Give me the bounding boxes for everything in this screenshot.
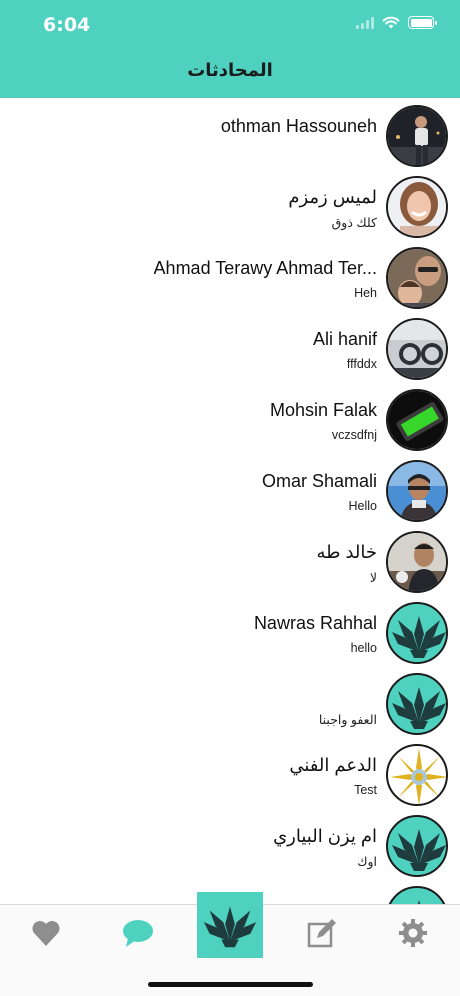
conversation-row[interactable]: ام يزن البياري اوك [0,808,460,879]
contact-name: Nawras Rahhal [253,613,377,633]
last-message: hello [350,641,377,655]
gear-icon [399,919,427,947]
avatar [386,815,448,877]
conversation-row[interactable]: الدعم الفني Test [0,737,460,808]
status-icons [356,16,437,29]
app-logo-icon [203,906,257,948]
compose-icon [307,919,336,948]
last-message: fffddx [346,357,377,371]
contact-name: Omar Shamali [261,471,377,491]
conversation-row[interactable]: Nawras Rahhal hello [0,595,460,666]
page-title: المحادثات [187,60,273,81]
contact-name: الدعم الفني [289,755,377,775]
avatar [386,460,448,522]
conversation-row[interactable]: Mohsin Falak vczsdfnj [0,382,460,453]
last-message: اوك [357,855,377,869]
last-message: vczsdfnj [331,428,377,442]
contact-name: Ahmad Terawy Ahmad Ter... [153,258,377,278]
tab-chats[interactable] [118,913,158,953]
last-message: Test [354,783,377,797]
avatar [386,176,448,238]
heart-icon [32,921,60,946]
last-message: Hello [348,499,378,513]
avatar [386,318,448,380]
avatar [386,389,448,451]
contact-name: Mohsin Falak [269,400,377,420]
avatar [386,744,448,806]
avatar [386,247,448,309]
avatar [386,602,448,664]
last-message: كلك ذوق [331,216,377,230]
conversation-list[interactable]: othman Hassouneh لميس زمزم كلك ذوق Ahmad… [0,98,460,904]
wifi-icon [382,16,400,29]
tab-favorites[interactable] [26,913,66,953]
contact-name: othman Hassouneh [220,116,377,136]
conversation-row[interactable]: لميس زمزم كلك ذوق [0,169,460,240]
conversation-row[interactable]: خالد طه لا [0,524,460,595]
home-indicator [148,982,313,987]
conversation-row[interactable]: Ahmad Terawy Ahmad Ter... Heh [0,240,460,311]
contact-name: خالد طه [316,542,377,562]
conversation-row[interactable]: Ali hanif fffddx [0,311,460,382]
tab-compose[interactable] [302,913,342,953]
conversation-row[interactable]: Omar Shamali Hello [0,453,460,524]
status-time: 6:04 [43,14,91,36]
navigation-header: 6:04 المحادثات [0,0,460,98]
conversation-row[interactable]: othman Hassouneh [0,98,460,169]
contact-name: لميس زمزم [288,187,377,207]
cellular-signal-icon [356,16,374,29]
contact-name: Ali hanif [312,329,377,349]
battery-icon [408,16,437,29]
avatar [386,673,448,735]
avatar [386,531,448,593]
tab-home-logo[interactable] [197,892,263,958]
last-message: لا [369,571,377,585]
conversation-row[interactable]: العفو واجبنا [0,666,460,737]
avatar [386,105,448,167]
contact-name: ام يزن البياري [273,826,377,846]
last-message: Heh [354,286,377,300]
chat-bubble-icon [123,920,153,947]
last-message: العفو واجبنا [318,713,377,727]
avatar [386,886,448,904]
tab-settings[interactable] [393,913,433,953]
